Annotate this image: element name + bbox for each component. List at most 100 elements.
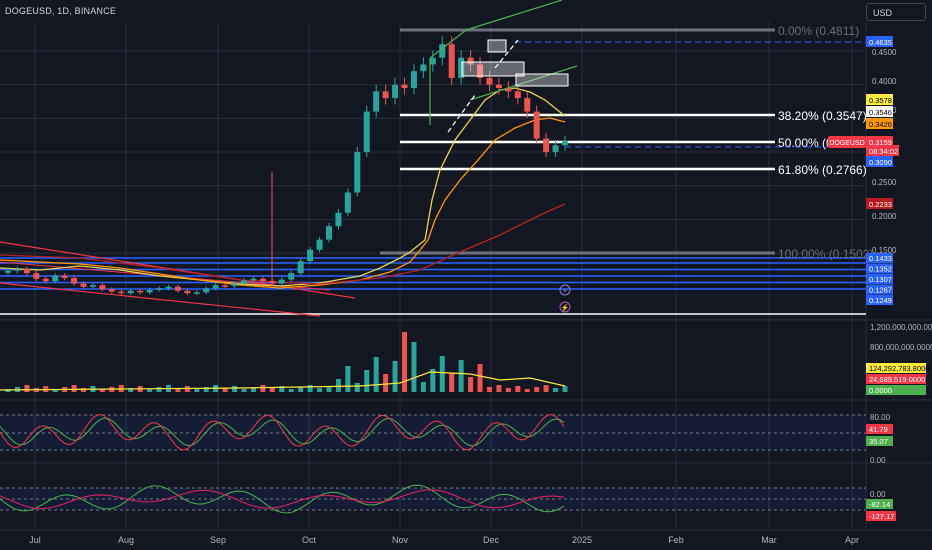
volume-bar (524, 389, 530, 392)
symbol-price-label: DOGEUSD (829, 140, 864, 147)
x-axis-label: Feb (668, 535, 684, 545)
candle-body (288, 273, 295, 280)
volume-tag-label: 24,689,519.0000 (869, 375, 925, 384)
volume-bar (411, 342, 417, 392)
candle-body (486, 77, 493, 85)
candle-body (363, 111, 370, 153)
candle-body (241, 280, 248, 284)
candle-body (231, 283, 238, 286)
volume-bar (420, 382, 426, 392)
osc-tag-label: -127.17 (869, 512, 894, 521)
price-axis-tick: 0.2500 (872, 178, 897, 187)
candle-body (250, 278, 257, 281)
volume-bar (553, 388, 559, 392)
volume-bar (515, 386, 521, 392)
candle-body (165, 286, 172, 289)
volume-bar (345, 366, 351, 392)
volume-bar (383, 374, 389, 392)
volume-axis-tick: 800,000,000.0000 (870, 343, 932, 352)
volume-bar (354, 383, 360, 392)
volume-bar (335, 379, 341, 392)
resistance-box (487, 39, 507, 53)
candle-body (344, 192, 351, 213)
candle-body (325, 226, 332, 240)
volume-bar (288, 389, 294, 392)
x-axis-label: Aug (118, 535, 134, 545)
volume-axis-tick: 1,200,000,000.0000 (870, 323, 932, 332)
zone-tag-label: 0.1249 (869, 296, 892, 305)
candle-body (524, 98, 531, 112)
candle-body (99, 285, 106, 290)
x-axis-label: Nov (392, 535, 409, 545)
candle-body (42, 278, 49, 282)
candle-body (14, 269, 21, 271)
candle-body (448, 44, 455, 78)
candle-body (373, 91, 380, 112)
x-axis-label: Sep (210, 535, 226, 545)
candle-body (514, 91, 521, 99)
candle-body (354, 152, 361, 193)
candle-body (89, 285, 96, 287)
candle-body (33, 273, 40, 279)
volume-bar (486, 387, 492, 392)
x-axis-label: Jul (29, 535, 41, 545)
x-axis-label: Dec (483, 535, 500, 545)
x-axis-label: 2025 (572, 535, 592, 545)
fib-level-label: 50.00% (0. (778, 136, 836, 150)
price-chart[interactable]: 0.00% (0.4811) 38.20% (0.3547) 50.00% (0. 6… (0, 0, 932, 550)
flash-glyph: ⚡ (561, 303, 570, 312)
fib-level-label: 61.80% (0.2766) (778, 163, 867, 177)
candle-body (410, 71, 417, 89)
volume-bar (449, 373, 455, 392)
price-tag-label: 0.3578 (869, 96, 892, 105)
price-axis-tick: 0.2000 (872, 212, 897, 221)
candle-body (127, 290, 134, 294)
resistance-box (515, 73, 569, 87)
price-tag-label: 0.2233 (869, 200, 892, 209)
volume-bar (458, 360, 464, 392)
resistance-box (461, 61, 525, 77)
price-tag-label: 0.3426 (869, 120, 892, 129)
candle-body (108, 289, 115, 292)
volume-bar (562, 386, 568, 392)
volume-bar (317, 388, 323, 392)
candle-body (307, 249, 314, 262)
volume-bar (402, 332, 408, 392)
price-tag-label: 0.3546 (869, 108, 892, 117)
candle-body (146, 289, 153, 293)
volume-bar (373, 357, 379, 392)
price-tag-label: 08:34:02 (869, 147, 898, 156)
candle-body (552, 145, 559, 153)
candle-body (543, 138, 550, 153)
osc-axis-tick: 0.00 (870, 490, 886, 499)
volume-bar (43, 386, 49, 392)
volume-bar (505, 388, 511, 392)
volume-bar (496, 385, 502, 392)
candle-body (118, 291, 125, 294)
volume-bar (194, 389, 200, 392)
currency-selector[interactable]: USD (866, 3, 926, 21)
volume-tag-label: 124,292,783.8000 (869, 364, 929, 373)
fib-level-label: 100.00% (0.1502) (778, 247, 873, 261)
zone-tag-label: 0.1267 (869, 286, 892, 295)
rsi-tag-label: 35.07 (869, 437, 888, 446)
x-axis-label: Oct (302, 535, 317, 545)
volume-bar (477, 364, 483, 392)
rsi-tag-label: 41.79 (869, 425, 888, 434)
volume-bar (392, 361, 398, 392)
rsi-axis-tick: 0.00 (870, 456, 886, 465)
zone-tag-label: 0.1433 (869, 254, 892, 263)
zone-tag-label: 0.1352 (869, 265, 892, 274)
volume-bar (147, 389, 153, 392)
volume-bar (364, 370, 370, 392)
candle-body (71, 277, 78, 284)
volume-bar (24, 385, 30, 392)
candle-body (495, 84, 502, 89)
candle-body (392, 84, 399, 99)
plus-glyph: + (563, 286, 568, 295)
volume-bar (156, 387, 162, 392)
candle-body (156, 288, 163, 290)
x-axis-label: Mar (761, 535, 777, 545)
candle-body (80, 283, 87, 287)
candle-body (52, 275, 59, 282)
